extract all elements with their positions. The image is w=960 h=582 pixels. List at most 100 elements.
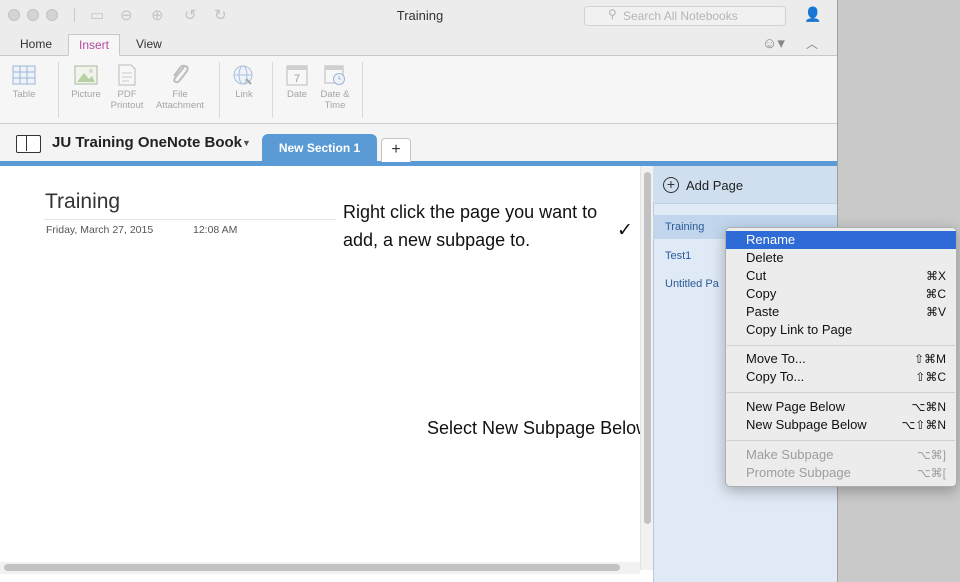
notebook-dropdown-icon[interactable]: ▼: [242, 138, 251, 148]
add-section-button[interactable]: +: [381, 138, 411, 162]
redo-icon[interactable]: ↻: [214, 6, 227, 24]
menu-item-paste[interactable]: Paste ⌘V: [726, 303, 956, 321]
section-tab-new-section-1[interactable]: New Section 1: [262, 134, 377, 162]
menu-item-label: Promote Subpage: [746, 465, 851, 480]
insert-date-time-button[interactable]: Date & Time: [316, 64, 354, 111]
feedback-smiley-icon[interactable]: ☺▾: [762, 34, 785, 52]
menu-item-label: Move To...: [746, 351, 806, 366]
menu-item-label: Make Subpage: [746, 447, 834, 462]
file-label-line2: Attachment: [155, 100, 205, 111]
vertical-scroll-thumb[interactable]: [644, 172, 651, 524]
pdf-label-line1: PDF: [117, 89, 137, 100]
menu-item-shortcut: ⌘X: [925, 269, 946, 283]
ribbon-divider: [58, 62, 59, 118]
horizontal-scrollbar[interactable]: [0, 562, 640, 574]
calendar-icon: 7: [286, 65, 308, 86]
undo-icon[interactable]: ↺: [184, 6, 197, 24]
minimize-window-button[interactable]: [27, 9, 39, 21]
pdf-label-line2: Printout: [110, 100, 144, 111]
page-time: 12:08 AM: [193, 224, 238, 236]
menu-item-label: Delete: [746, 250, 784, 265]
menu-item-label: New Subpage Below: [746, 417, 867, 432]
menu-item-label: Rename: [746, 232, 796, 247]
titlebar-divider: [74, 8, 75, 22]
menu-item-shortcut: ⌥⌘[: [916, 466, 946, 480]
menu-separator: [727, 345, 955, 346]
link-label: Link: [235, 89, 253, 100]
menu-item-cut[interactable]: Cut ⌘X: [726, 267, 956, 285]
add-circle-icon[interactable]: +: [663, 177, 679, 193]
forward-arrow-icon[interactable]: ⊕: [151, 6, 164, 24]
menu-item-shortcut: ⌥⌘N: [911, 400, 947, 414]
menu-item-make-subpage: Make Subpage ⌥⌘]: [726, 446, 956, 464]
page-title-underline: [44, 219, 336, 220]
tab-insert[interactable]: Insert: [68, 34, 121, 56]
menu-item-label: Paste: [746, 304, 780, 319]
menu-item-new-subpage-below[interactable]: New Subpage Below ⌥⇧⌘N: [726, 416, 956, 434]
menu-item-delete[interactable]: Delete: [726, 249, 956, 267]
instruction-text-right-click: Right click the page you want to add, a …: [343, 202, 598, 250]
search-icon: ⚲: [608, 7, 617, 21]
horizontal-scroll-thumb[interactable]: [4, 564, 620, 571]
menu-item-shortcut: ⌘C: [925, 287, 946, 301]
menu-item-promote-subpage: Promote Subpage ⌥⌘[: [726, 464, 956, 482]
menu-item-shortcut: ⌥⌘]: [916, 448, 946, 462]
vertical-scrollbar[interactable]: [640, 166, 653, 570]
insert-picture-button[interactable]: Picture: [66, 64, 106, 100]
insert-ribbon: Table Picture PDF Printout File Attachme…: [0, 56, 837, 124]
datetime-label-line1: Date &: [320, 89, 350, 100]
title-bar: ▭ ⊖ ⊕ ↺ ↻ Training Search All Notebooks …: [0, 0, 837, 30]
menu-separator: [727, 440, 955, 441]
link-globe-icon: [233, 65, 253, 85]
calendar-day-number: 7: [294, 73, 300, 85]
ribbon-divider: [219, 62, 220, 118]
insert-date-button[interactable]: 7 Date: [280, 64, 314, 100]
menu-item-copy-link[interactable]: Copy Link to Page: [726, 321, 956, 339]
collapse-ribbon-icon[interactable]: ︿: [806, 35, 818, 52]
notebook-name[interactable]: JU Training OneNote Book: [52, 134, 242, 151]
menu-item-label: New Page Below: [746, 399, 845, 414]
pdf-printout-icon: [118, 64, 136, 86]
add-page-label[interactable]: Add Page: [686, 178, 743, 193]
menu-item-rename[interactable]: Rename: [726, 231, 956, 249]
insert-link-button[interactable]: Link: [227, 64, 261, 100]
tab-view[interactable]: View: [126, 34, 172, 56]
ribbon-divider: [272, 62, 273, 118]
paperclip-icon: [173, 64, 189, 84]
insert-table-button[interactable]: Table: [8, 64, 40, 100]
menu-item-label: Copy: [746, 286, 777, 301]
menu-item-move-to[interactable]: Move To... ⇧⌘M: [726, 350, 956, 368]
instruction-text-select-subpage: Select New Subpage Below.: [427, 418, 654, 438]
table-icon: [12, 65, 36, 85]
menu-item-shortcut: ⇧⌘C: [915, 370, 946, 384]
add-page-button[interactable]: [653, 166, 837, 204]
insert-pdf-printout-button[interactable]: PDF Printout: [106, 64, 148, 111]
date-label: Date: [286, 89, 308, 100]
insert-file-attachment-button[interactable]: File Attachment: [151, 64, 209, 111]
notebook-icon[interactable]: [16, 135, 41, 153]
page-context-menu: Rename Delete Cut ⌘X Copy ⌘C Paste ⌘V Co…: [725, 227, 957, 487]
file-label-line1: File: [172, 89, 188, 100]
window-title: Training: [396, 8, 444, 23]
menu-item-label: Copy To...: [746, 369, 805, 384]
datetime-label-line2: Time: [324, 100, 346, 111]
calendar-clock-icon: [324, 65, 345, 85]
page-date: Friday, March 27, 2015: [46, 224, 154, 236]
picture-icon: [74, 65, 98, 85]
picture-label: Picture: [71, 89, 101, 100]
onenote-window: ▭ ⊖ ⊕ ↺ ↻ Training Search All Notebooks …: [0, 0, 838, 582]
menu-item-copy[interactable]: Copy ⌘C: [726, 285, 956, 303]
menu-item-shortcut: ⌥⇧⌘N: [901, 418, 946, 432]
checkmark-icon: ✓: [617, 220, 633, 241]
close-window-button[interactable]: [8, 9, 20, 21]
page-title[interactable]: Training: [45, 190, 120, 214]
menu-item-label: Cut: [746, 268, 767, 283]
tab-home[interactable]: Home: [10, 34, 62, 56]
back-arrow-icon[interactable]: ⊖: [120, 6, 133, 24]
zoom-window-button[interactable]: [46, 9, 58, 21]
menu-item-shortcut: ⌘V: [925, 305, 946, 319]
menu-item-copy-to[interactable]: Copy To... ⇧⌘C: [726, 368, 956, 386]
notebooks-folder-icon[interactable]: ▭: [90, 6, 104, 24]
menu-item-new-page-below[interactable]: New Page Below ⌥⌘N: [726, 398, 956, 416]
share-people-icon[interactable]: 👤: [804, 6, 821, 23]
